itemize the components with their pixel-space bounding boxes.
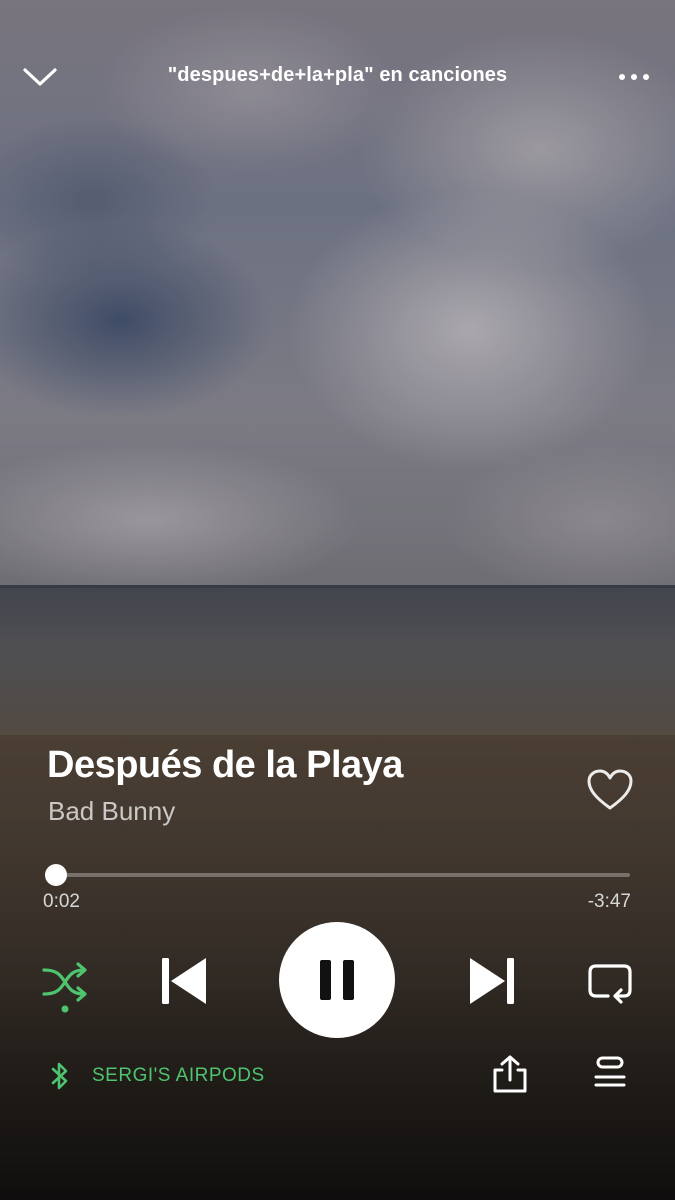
player-header: "despues+de+la+pla" en canciones [0, 50, 675, 106]
heart-icon[interactable] [586, 768, 634, 812]
repeat-icon[interactable] [584, 958, 636, 1004]
remaining-time: -3:47 [587, 891, 631, 912]
connected-device[interactable]: SERGI'S AIRPODS [48, 1060, 265, 1092]
track-title[interactable]: Después de la Playa [47, 744, 403, 787]
artist-name[interactable]: Bad Bunny [48, 796, 175, 827]
context-title: "despues+de+la+pla" en canciones [167, 64, 508, 86]
progress-handle[interactable] [45, 864, 67, 886]
progress-track [48, 873, 630, 877]
chevron-down-icon[interactable] [22, 64, 58, 90]
previous-icon[interactable] [158, 955, 210, 1007]
bluetooth-icon [51, 1062, 68, 1090]
elapsed-time: 0:02 [43, 891, 80, 912]
progress-bar[interactable] [45, 864, 630, 886]
pause-button[interactable] [279, 922, 395, 1038]
shuffle-icon[interactable] [40, 958, 90, 1014]
pause-icon [320, 960, 354, 1000]
queue-icon[interactable] [590, 1054, 630, 1094]
next-icon[interactable] [466, 955, 518, 1007]
share-icon[interactable] [490, 1054, 530, 1094]
more-icon[interactable] [615, 62, 653, 92]
device-label: SERGI'S AIRPODS [92, 1065, 265, 1086]
